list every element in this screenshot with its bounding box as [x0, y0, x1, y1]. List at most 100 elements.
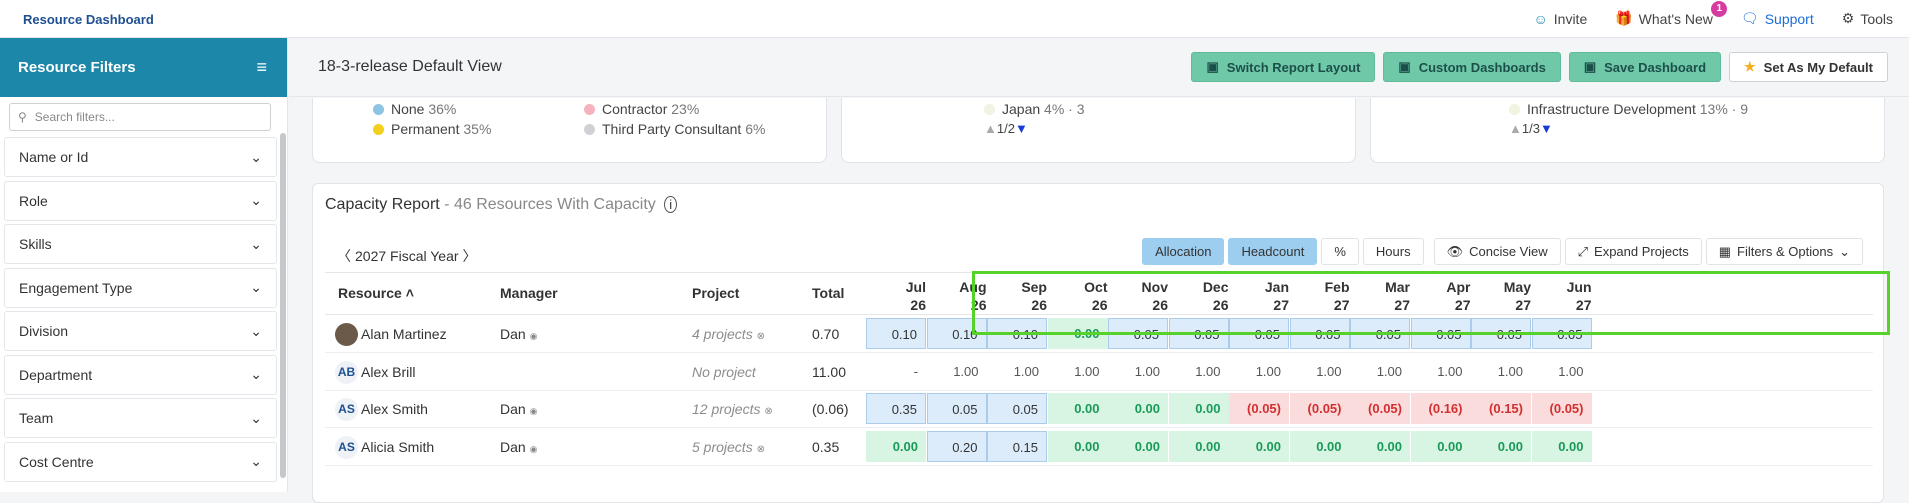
expand-projects-icon[interactable]: ⊗ [764, 406, 772, 417]
capacity-cell[interactable]: 1.00 [987, 356, 1047, 387]
project-link[interactable]: 5 projects ⊗ [692, 439, 765, 455]
capacity-cell[interactable]: (0.05) [1531, 393, 1592, 424]
capacity-title: Capacity Report - 46 Resources With Capa… [325, 196, 678, 214]
filter-cost-centre[interactable]: Cost Centre ⌄ [4, 441, 277, 482]
table-row[interactable]: AS Alex Smith Dan ◉ 12 projects ⊗ (0.06) 0.35… [325, 391, 1873, 428]
capacity-cell[interactable]: 0.00 [1410, 430, 1471, 462]
headcount-toggle[interactable]: Headcount [1228, 238, 1318, 265]
prev-page-icon[interactable]: ▲ [1509, 121, 1522, 136]
capacity-cell[interactable]: 1.00 [927, 356, 987, 387]
filter-name-or-id[interactable]: Name or Id ⌄ [4, 137, 277, 177]
expand-projects-button[interactable]: ⤢ Expand Projects [1564, 238, 1702, 265]
allocation-toggle[interactable]: Allocation [1142, 238, 1225, 265]
capacity-cell[interactable]: 1.00 [1169, 356, 1229, 387]
capacity-cell[interactable]: 0.00 [1108, 393, 1168, 424]
filter-department[interactable]: Department ⌄ [4, 354, 277, 395]
collapse-sidebar-icon[interactable]: ≡ [256, 57, 267, 78]
project-link[interactable]: No project [692, 364, 756, 380]
capacity-cell[interactable]: 0.05 [987, 393, 1047, 424]
prev-year-icon[interactable]: 〈 [337, 246, 351, 266]
column-resource[interactable]: Resource ˄ [338, 285, 414, 301]
table-row[interactable]: AS Alicia Smith Dan ◉ 5 projects ⊗ 0.35 0.00 0… [325, 429, 1873, 466]
capacity-cell[interactable]: 1.00 [1048, 356, 1108, 387]
capacity-cell[interactable]: 0.00 [866, 430, 926, 462]
filter-skills[interactable]: Skills ⌄ [4, 224, 277, 264]
capacity-cell[interactable]: 1.00 [1229, 356, 1289, 387]
app-title[interactable]: Resource Dashboard [23, 12, 154, 27]
capacity-cell[interactable]: 1.00 [1290, 356, 1350, 387]
chevron-down-icon: ⌄ [250, 148, 262, 165]
manager-name[interactable]: Dan ◉ [500, 401, 537, 417]
expand-projects-icon[interactable]: ⊗ [757, 444, 765, 455]
sidebar-scrollbar[interactable] [280, 133, 286, 478]
filters-options-button[interactable]: ▦ Filters & Options ⌄ [1705, 238, 1863, 265]
capacity-cell[interactable]: 0.00 [1350, 430, 1410, 462]
eye-icon[interactable]: ◉ [530, 444, 538, 454]
switch-report-layout-button[interactable]: ▣ Switch Report Layout [1191, 52, 1376, 82]
resource-name[interactable]: Alex Brill [361, 364, 415, 380]
save-dashboard-button[interactable]: ▣ Save Dashboard [1568, 52, 1722, 82]
eye-icon[interactable]: ◉ [530, 406, 538, 416]
filter-division[interactable]: Division ⌄ [4, 311, 277, 351]
capacity-cell[interactable]: 0.00 [1531, 430, 1592, 462]
filter-role[interactable]: Role ⌄ [4, 180, 277, 221]
capacity-cell[interactable]: (0.15) [1471, 393, 1531, 424]
eye-icon[interactable]: ◉ [530, 331, 538, 341]
capacity-cell[interactable]: 1.00 [1411, 356, 1471, 387]
column-total[interactable]: Total [812, 285, 844, 301]
tools-link[interactable]: ⚙ Tools [1842, 10, 1893, 27]
capacity-cell[interactable]: 0.10 [866, 318, 926, 349]
capacity-cell[interactable]: - [866, 356, 926, 387]
support-link[interactable]: 🗨 Support [1741, 10, 1814, 27]
concise-view-button[interactable]: 👁 Concise View [1433, 238, 1561, 265]
project-link[interactable]: 4 projects ⊗ [692, 326, 765, 342]
capacity-cell[interactable]: 0.00 [1168, 393, 1229, 424]
capacity-cell[interactable]: 0.05 [926, 393, 987, 424]
capacity-cell[interactable]: 0.00 [1168, 430, 1229, 462]
custom-dashboards-button[interactable]: ▣ Custom Dashboards [1383, 52, 1561, 82]
expand-projects-icon[interactable]: ⊗ [757, 331, 765, 342]
capacity-cell[interactable]: (0.05) [1229, 393, 1289, 424]
dot-icon [1509, 104, 1520, 115]
next-page-icon[interactable]: ▼ [1540, 121, 1553, 136]
resource-name[interactable]: Alex Smith [361, 401, 428, 417]
capacity-cell[interactable]: 0.35 [866, 393, 926, 424]
whats-new-link[interactable]: 🎁 What's New 1 [1615, 1, 1728, 27]
set-default-button[interactable]: ★ Set As My Default [1729, 52, 1888, 82]
column-manager[interactable]: Manager [500, 285, 558, 301]
capacity-cell[interactable]: 0.00 [1047, 393, 1108, 424]
capacity-cell[interactable]: 0.00 [1047, 430, 1108, 462]
capacity-cell[interactable]: (0.05) [1350, 393, 1410, 424]
table-row[interactable]: AB Alex Brill No project 11.00-1.00 1.00 1.0… [325, 354, 1873, 391]
capacity-cell[interactable]: 0.15 [987, 430, 1047, 462]
resource-name[interactable]: Alan Martinez [361, 326, 447, 342]
filter-engagement-type[interactable]: Engagement Type ⌄ [4, 267, 277, 308]
capacity-cell[interactable]: (0.05) [1289, 393, 1350, 424]
project-link[interactable]: 12 projects ⊗ [692, 401, 773, 417]
manager-name[interactable]: Dan ◉ [500, 326, 537, 342]
capacity-cell[interactable]: (0.16) [1410, 393, 1471, 424]
capacity-cell[interactable]: 1.00 [1108, 356, 1168, 387]
capacity-cell[interactable]: 0.00 [1471, 430, 1531, 462]
capacity-cell[interactable]: 0.00 [1289, 430, 1350, 462]
filter-search[interactable]: ⚲ Search filters... [9, 103, 271, 131]
next-year-icon[interactable]: 〉 [463, 246, 477, 266]
invite-link[interactable]: ☺ Invite [1533, 10, 1587, 27]
search-input[interactable]: Search filters... [35, 110, 115, 124]
column-project[interactable]: Project [692, 285, 739, 301]
capacity-cell[interactable]: 1.00 [1471, 356, 1531, 387]
percent-toggle[interactable]: % [1321, 238, 1359, 265]
capacity-cell[interactable]: 0.00 [1229, 430, 1289, 462]
next-page-icon[interactable]: ▼ [1015, 121, 1028, 136]
filter-team[interactable]: Team ⌄ [4, 398, 277, 438]
resource-name[interactable]: Alicia Smith [361, 439, 434, 455]
info-icon[interactable]: i [664, 196, 678, 213]
capacity-cell[interactable]: 0.20 [926, 430, 987, 462]
prev-page-icon[interactable]: ▲ [984, 121, 997, 136]
capacity-cell[interactable]: 0.00 [1108, 430, 1168, 462]
capacity-cell[interactable]: 1.00 [1532, 356, 1592, 387]
capacity-cell[interactable]: 1.00 [1350, 356, 1410, 387]
manager-name[interactable]: Dan ◉ [500, 439, 537, 455]
chat-icon: 🗨 [1740, 10, 1759, 26]
hours-toggle[interactable]: Hours [1362, 238, 1424, 265]
